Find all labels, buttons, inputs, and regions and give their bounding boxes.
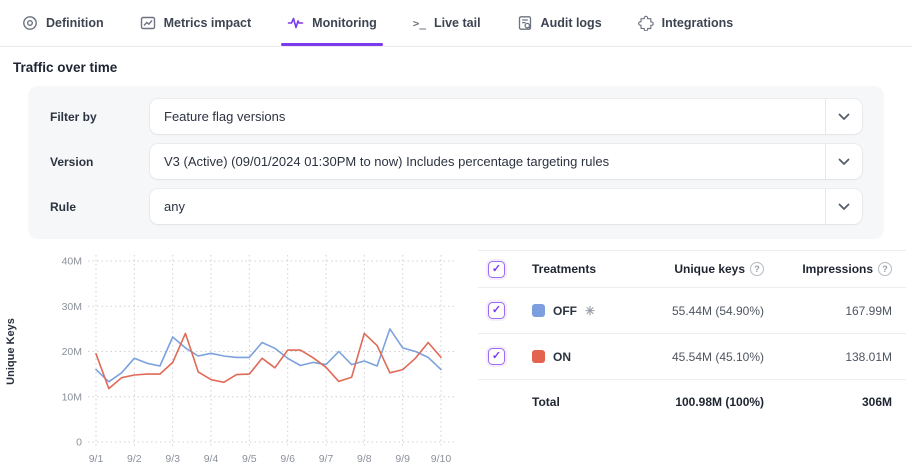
metrics-chart-icon [140, 15, 156, 31]
on-color-swatch [532, 350, 545, 363]
tab-label: Live tail [434, 16, 481, 30]
treatment-name: ON [553, 350, 571, 364]
impressions-value: 167.99M [764, 304, 892, 318]
tab-monitoring[interactable]: Monitoring [287, 0, 377, 46]
svg-text:Unique Keys: Unique Keys [5, 318, 17, 385]
audit-log-icon [517, 15, 533, 31]
target-icon [22, 15, 38, 31]
filter-by-value: Feature flag versions [150, 109, 285, 124]
version-label: Version [50, 155, 150, 169]
svg-text:0: 0 [76, 437, 82, 449]
tab-label: Integrations [662, 16, 734, 30]
treatments-table: Treatments Unique keys Impressions OFF ✳… [478, 250, 906, 423]
tab-label: Definition [46, 16, 104, 30]
svg-text:9/5: 9/5 [242, 453, 257, 465]
tab-label: Monitoring [312, 16, 377, 30]
treatment-name: OFF [553, 304, 577, 318]
impressions-column-header: Impressions [764, 262, 892, 276]
tab-bar: Definition Metrics impact Monitoring >_ … [0, 0, 912, 47]
svg-text:30M: 30M [62, 301, 82, 313]
svg-text:9/4: 9/4 [204, 453, 219, 465]
tab-metrics-impact[interactable]: Metrics impact [140, 0, 252, 46]
chevron-down-icon [825, 99, 862, 134]
tab-live-tail[interactable]: >_ Live tail [413, 0, 481, 46]
unique-keys-value: 55.44M (54.90%) [596, 304, 764, 318]
total-label: Total [532, 395, 596, 409]
help-icon[interactable] [878, 262, 892, 276]
svg-text:9/8: 9/8 [357, 453, 372, 465]
unique-keys-column-header: Unique keys [596, 262, 764, 276]
pulse-icon [287, 15, 304, 31]
chevron-down-icon [825, 144, 862, 179]
help-icon[interactable] [750, 262, 764, 276]
filter-by-row: Filter by Feature flag versions [50, 99, 862, 134]
tab-audit-logs[interactable]: Audit logs [517, 0, 602, 46]
svg-text:9/1: 9/1 [89, 453, 104, 465]
svg-text:9/10: 9/10 [431, 453, 452, 465]
svg-text:20M: 20M [62, 346, 82, 358]
filter-panel: Filter by Feature flag versions Version … [28, 86, 884, 239]
rule-row: Rule any [50, 189, 862, 224]
tab-integrations[interactable]: Integrations [638, 0, 734, 46]
select-all-checkbox[interactable] [488, 261, 505, 278]
filter-by-label: Filter by [50, 110, 150, 124]
version-row: Version V3 (Active) (09/01/2024 01:30PM … [50, 144, 862, 179]
total-impressions: 306M [764, 395, 892, 409]
impressions-value: 138.01M [764, 350, 892, 364]
svg-text:9/2: 9/2 [127, 453, 142, 465]
rule-label: Rule [50, 200, 150, 214]
svg-text:9/3: 9/3 [165, 453, 180, 465]
rule-select[interactable]: any [150, 189, 862, 224]
version-value: V3 (Active) (09/01/2024 01:30PM to now) … [150, 154, 609, 169]
tab-definition[interactable]: Definition [22, 0, 104, 46]
monitoring-content: 0 10M 20M 30M 40M 9/1 9/2 9/3 9/4 9/5 9/6 9/7 9/8 9/9… [0, 248, 912, 470]
off-color-swatch [532, 304, 545, 317]
off-treatment-checkbox[interactable] [488, 302, 505, 319]
default-treatment-icon: ✳ [585, 304, 595, 318]
table-row-on: ON 45.54M (45.10%) 138.01M [478, 334, 906, 380]
rule-value: any [150, 199, 185, 214]
table-row-total: Total 100.98M (100%) 306M [478, 380, 906, 423]
total-unique-keys: 100.98M (100%) [596, 395, 764, 409]
tab-label: Audit logs [541, 16, 602, 30]
tab-label: Metrics impact [164, 16, 252, 30]
puzzle-icon [638, 15, 654, 31]
traffic-line-chart: 0 10M 20M 30M 40M 9/1 9/2 9/3 9/4 9/5 9/6 9/7 9/8 9/9… [0, 248, 472, 470]
filter-by-select[interactable]: Feature flag versions [150, 99, 862, 134]
unique-keys-value: 45.54M (45.10%) [596, 350, 764, 364]
treatments-column-header: Treatments [532, 262, 596, 276]
svg-text:40M: 40M [62, 256, 82, 268]
chevron-down-icon [825, 189, 862, 224]
version-select[interactable]: V3 (Active) (09/01/2024 01:30PM to now) … [150, 144, 862, 179]
on-treatment-checkbox[interactable] [488, 348, 505, 365]
svg-text:10M: 10M [62, 391, 82, 403]
svg-text:9/9: 9/9 [395, 453, 410, 465]
svg-text:9/7: 9/7 [319, 453, 334, 465]
terminal-icon: >_ [413, 17, 426, 30]
treatment-name-cell: ON [532, 350, 596, 364]
svg-text:9/6: 9/6 [280, 453, 295, 465]
traffic-chart: 0 10M 20M 30M 40M 9/1 9/2 9/3 9/4 9/5 9/6 9/7 9/8 9/9… [0, 248, 472, 470]
table-row-off: OFF ✳ 55.44M (54.90%) 167.99M [478, 288, 906, 334]
page-title: Traffic over time [13, 60, 912, 75]
treatment-name-cell: OFF ✳ [532, 304, 596, 318]
treatments-table-header: Treatments Unique keys Impressions [478, 251, 906, 288]
